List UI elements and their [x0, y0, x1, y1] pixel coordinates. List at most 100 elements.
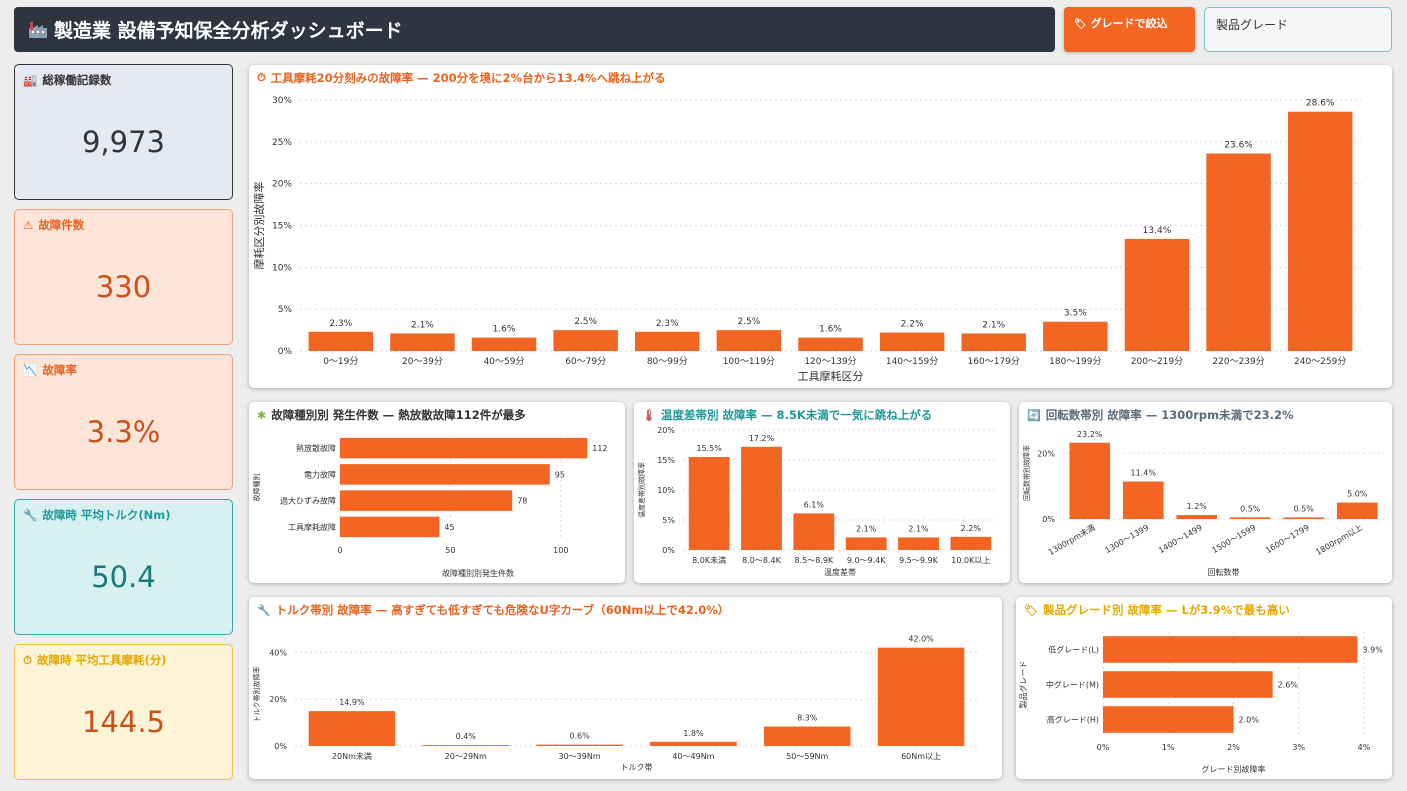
bar [1229, 517, 1271, 519]
x-tick-label: 1500〜1599 [1211, 523, 1258, 555]
chart-card-torque: 🔧 トルク帯別 故障率 — 高すぎても低すぎても危険なU字カーブ（60Nm以上で4… [249, 597, 1002, 779]
chart-card-temperature: 🌡 温度差帯別 故障率 — 8.5K未満で一気に跳ね上がる 0% 5% 10% 15% 2… [634, 402, 1010, 583]
data-label: 1.2% [1187, 502, 1208, 511]
x-tick-label: 60〜79分 [565, 356, 606, 367]
bar [422, 745, 510, 746]
x-tick-label: 9.5〜9.9K [899, 556, 938, 565]
kpi-value: 330 [95, 270, 152, 304]
bar [845, 537, 887, 550]
x-tick-label: 60Nm以上 [901, 752, 941, 761]
bar [763, 726, 851, 746]
y-axis-label: トルク帯別故障率 [252, 667, 261, 723]
data-label: 8.3% [797, 714, 818, 723]
x-tick-label: 40〜49Nm [672, 752, 714, 761]
x-tick-label: 80〜99分 [647, 356, 688, 367]
chart-card-grade: 🏷 製品グレード別 故障率 — Lが3.9%で最も高い 0% 1% 2% 3% 4% 3.9… [1016, 597, 1392, 779]
data-label: 2.5% [737, 317, 760, 327]
data-label: 1.8% [683, 729, 704, 738]
x-axis-label: 温度差帯 [824, 567, 856, 577]
warning-icon: ⚠ [23, 218, 34, 232]
data-label: 2.1% [908, 524, 929, 533]
data-label: 0.4% [456, 732, 477, 741]
grade-select-placeholder: 製品グレード [1216, 18, 1289, 32]
data-label: 78 [517, 497, 527, 506]
x-tick-label: 8.0K未満 [692, 555, 726, 565]
y-tick-label: 中グレード(M) [1046, 680, 1099, 690]
kpi-label: 故障率 [42, 363, 77, 377]
bar [716, 330, 782, 351]
x-axis-label: 回転数帯 [1208, 567, 1240, 577]
x-tick-label: 0 [337, 546, 342, 555]
kpi-value: 144.5 [81, 705, 166, 739]
x-tick-label: 100〜119分 [723, 356, 775, 367]
chart-card-tool-wear: ⏱ 工具摩耗20分刻みの故障率 — 200分を境に2%台から13.4%へ跳ね上がる… [249, 65, 1392, 388]
chart-card-rpm: 🔄 回転数帯別 故障率 — 1300rpm未満で23.2% 0% 20% 23.2% 1… [1019, 402, 1392, 583]
chart-card-failure-type: ✱ 故障種別別 発生件数 — 熱放散故障112件が最多 0 50 100 112 熱放散故… [249, 402, 625, 583]
bar [471, 337, 537, 351]
y-tick-label: 20% [657, 426, 675, 435]
x-tick-label: 8.0〜8.4K [742, 556, 781, 565]
bar [553, 330, 618, 351]
y-tick-label: 電力故障 [304, 469, 336, 479]
x-tick-label: 4% [1358, 743, 1371, 752]
data-label: 42.0% [908, 635, 934, 644]
bar [536, 744, 623, 746]
failure-type-chart: 0 50 100112熱放散故障95電力故障78過大ひずみ故障45工具摩耗故障故障種… [252, 435, 608, 578]
x-axis-label: グレード別故障率 [1202, 764, 1266, 774]
x-tick-label: 1600〜1799 [1264, 523, 1311, 555]
x-tick-label: 100 [553, 546, 568, 555]
data-label: 2.1% [411, 320, 434, 330]
x-tick-label: 8.5〜8.9K [794, 556, 833, 565]
data-label: 112 [592, 444, 607, 453]
data-label: 1.6% [819, 325, 842, 335]
x-tick-label: 120〜139分 [804, 356, 856, 367]
tool-wear-chart: 0% 5% 10% 15% 20% 25% 30% 2.3% 0〜19分 2.1% 20〜39分 1.… [252, 96, 1361, 383]
x-tick-label: 0〜19分 [323, 356, 358, 367]
bar [308, 331, 374, 351]
bar [635, 331, 700, 351]
bar [741, 446, 782, 550]
y-tick-label: 15% [272, 222, 292, 232]
y-tick-label: 10% [657, 486, 675, 495]
x-axis-label: 工具摩耗区分 [798, 369, 864, 383]
x-tick-label: 200〜219分 [1131, 356, 1183, 367]
kpi-label: 故障件数 [38, 218, 85, 232]
bar [961, 333, 1026, 351]
bar [898, 537, 939, 550]
kpi-label: 総稼働記録数 [42, 73, 112, 87]
grade-filter-button[interactable]: 🏷 グレードで絞込 [1064, 7, 1195, 52]
bar [1103, 706, 1234, 733]
x-tick-label: 220〜239分 [1212, 356, 1264, 367]
x-tick-label: 240〜259分 [1294, 356, 1346, 367]
x-tick-label: 3% [1292, 743, 1305, 752]
data-label: 2.2% [961, 524, 982, 533]
factory-icon [28, 21, 48, 39]
y-tick-label: 5% [662, 516, 675, 525]
x-axis-label: トルク帯 [621, 762, 653, 772]
data-label: 23.6% [1224, 141, 1253, 151]
x-tick-label: 50〜59Nm [786, 752, 828, 761]
data-label: 14.9% [339, 698, 365, 707]
data-label: 0.5% [1240, 504, 1261, 513]
y-tick-label: 工具摩耗故障 [288, 522, 336, 532]
bar [1069, 442, 1111, 519]
bar [1043, 321, 1108, 351]
grade-select[interactable]: 製品グレード [1204, 7, 1392, 52]
data-label: 2.1% [856, 524, 877, 533]
x-tick-label: 2% [1227, 743, 1240, 752]
data-label: 2.3% [329, 319, 352, 329]
x-tick-label: 160〜179分 [968, 356, 1020, 367]
bar [1176, 515, 1218, 519]
data-label: 3.5% [1064, 309, 1087, 319]
bar [340, 437, 588, 459]
y-tick-label: 5% [278, 305, 293, 315]
bar [950, 536, 992, 550]
data-label: 17.2% [749, 434, 775, 443]
bar [879, 332, 945, 351]
bar [308, 711, 396, 746]
y-tick-label: 0% [1042, 515, 1055, 524]
bar [798, 337, 863, 351]
torque-chart: 0% 20% 40% 14.9% 20Nm未満 0.4% 20〜29Nm 0.6% 30〜39N… [252, 635, 978, 772]
x-axis-label: 故障種別別発生件数 [442, 568, 514, 578]
y-tick-label: 低グレード(L) [1048, 645, 1099, 655]
